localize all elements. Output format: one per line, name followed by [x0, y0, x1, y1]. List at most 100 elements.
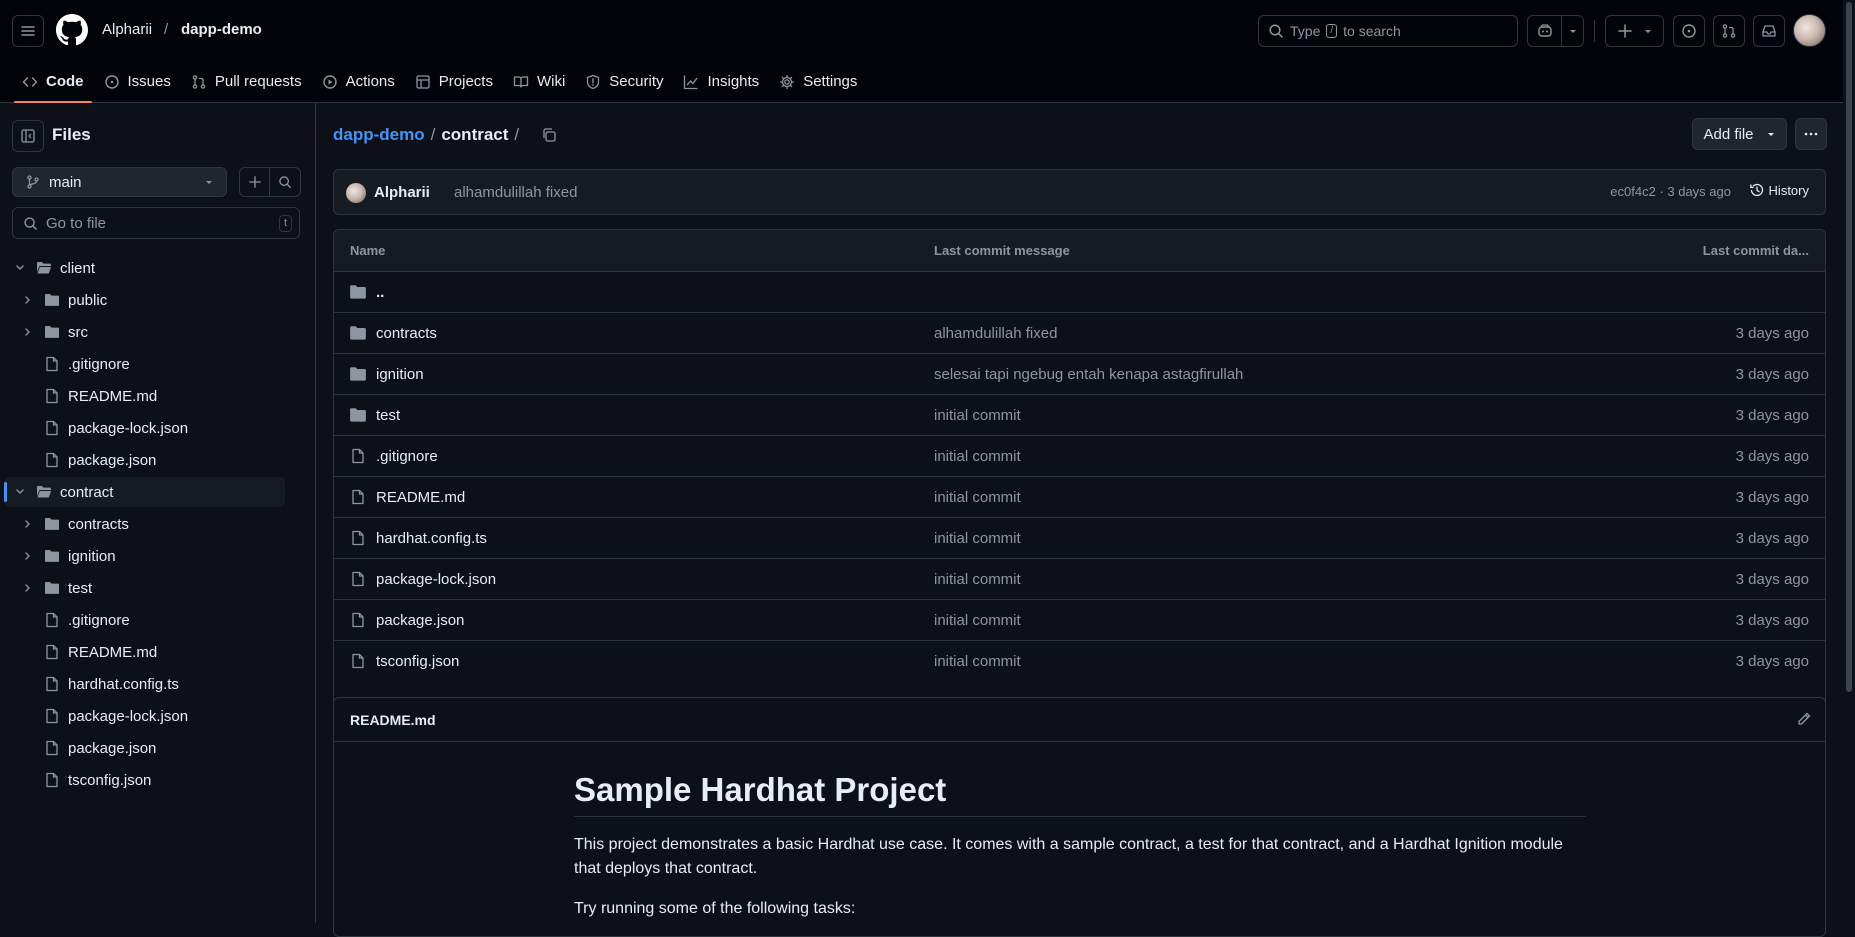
tab-pull-requests[interactable]: Pull requests	[181, 61, 312, 102]
commit-message-link[interactable]: initial commit	[934, 489, 1021, 506]
tree-item-public[interactable]: public	[4, 285, 285, 315]
commit-message-link[interactable]: initial commit	[934, 407, 1021, 424]
table-row[interactable]: ignition selesai tapi ngebug entah kenapa…	[334, 353, 1825, 394]
file-icon	[45, 676, 59, 692]
file-name-link[interactable]: hardhat.config.ts	[376, 530, 487, 547]
page-scrollbar[interactable]	[1843, 0, 1855, 923]
file-name-link[interactable]: contracts	[376, 325, 437, 342]
readme-paragraph-2: Try running some of the following tasks:	[574, 900, 856, 917]
commit-message-link[interactable]: initial commit	[934, 571, 1021, 588]
inbox-button[interactable]	[1753, 15, 1785, 47]
tree-item-contracts[interactable]: contracts	[4, 509, 285, 539]
file-name-link[interactable]: package-lock.json	[376, 571, 496, 588]
table-row[interactable]: contracts alhamdulillah fixed 3 days ago	[334, 312, 1825, 353]
tab-projects[interactable]: Projects	[405, 61, 503, 102]
file-name-link[interactable]: tsconfig.json	[376, 653, 459, 670]
commit-meta[interactable]: ec0f4c2 · 3 days ago	[1610, 184, 1731, 199]
commit-message-link[interactable]: initial commit	[934, 653, 1021, 670]
commit-author[interactable]: Alpharii	[374, 184, 430, 201]
tab-code[interactable]: Code	[12, 61, 94, 103]
chevron-down-icon[interactable]	[15, 487, 25, 497]
tab-insights[interactable]: Insights	[673, 61, 769, 102]
parent-directory-link[interactable]: ..	[376, 284, 384, 301]
chevron-down-icon[interactable]	[15, 263, 25, 273]
pull-requests-button[interactable]	[1713, 15, 1745, 47]
parent-directory-row[interactable]: ..	[334, 271, 1825, 312]
file-name-link[interactable]: ignition	[376, 366, 424, 383]
commit-message[interactable]: alhamdulillah fixed	[454, 184, 577, 201]
commit-author-avatar[interactable]	[346, 183, 366, 203]
chevron-right-icon[interactable]	[23, 551, 33, 561]
tab-settings[interactable]: Settings	[769, 61, 867, 102]
commit-message-link[interactable]: initial commit	[934, 448, 1021, 465]
repo-link[interactable]: dapp-demo	[181, 21, 262, 38]
commit-message-link[interactable]: initial commit	[934, 530, 1021, 547]
tree-item-package-lock-json[interactable]: package-lock.json	[4, 701, 285, 731]
tree-item-readme-md[interactable]: README.md	[4, 637, 285, 667]
copy-path-icon[interactable]	[541, 127, 557, 143]
commit-message-link[interactable]: selesai tapi ngebug entah kenapa astagfi…	[934, 366, 1243, 383]
file-icon	[350, 489, 366, 505]
table-row[interactable]: test initial commit 3 days ago	[334, 394, 1825, 435]
folder-open-icon	[36, 485, 52, 499]
github-logo-icon[interactable]	[56, 14, 88, 46]
chevron-right-icon[interactable]	[23, 519, 33, 529]
create-new-button[interactable]	[1605, 15, 1664, 47]
tree-item-client[interactable]: client	[4, 253, 285, 283]
tree-item-gitignore[interactable]: .gitignore	[4, 605, 285, 635]
table-row[interactable]: hardhat.config.ts initial commit 3 days ag…	[334, 517, 1825, 558]
chevron-down-icon	[1766, 129, 1776, 139]
table-row[interactable]: tsconfig.json initial commit 3 days ago	[334, 640, 1825, 681]
tab-issues[interactable]: Issues	[94, 61, 181, 102]
branch-name: main	[49, 173, 82, 191]
tree-item-gitignore[interactable]: .gitignore	[4, 349, 285, 379]
history-button[interactable]: History	[1749, 182, 1809, 198]
copilot-button[interactable]	[1527, 15, 1584, 47]
owner-link[interactable]: Alpharii	[102, 21, 152, 38]
table-row[interactable]: .gitignore initial commit 3 days ago	[334, 435, 1825, 476]
column-last-commit-date: Last commit da...	[1702, 243, 1809, 258]
search-files-button[interactable]	[270, 168, 300, 196]
table-row[interactable]: package.json initial commit 3 days ago	[334, 599, 1825, 640]
issues-button[interactable]	[1673, 15, 1705, 47]
tree-item-contract[interactable]: contract	[4, 477, 285, 507]
tree-item-package-json[interactable]: package.json	[4, 733, 285, 763]
tree-item-readme-md[interactable]: README.md	[4, 381, 285, 411]
folder-open-icon	[36, 261, 52, 275]
tree-item-hardhat-config-ts[interactable]: hardhat.config.ts	[4, 669, 285, 699]
commit-message-link[interactable]: initial commit	[934, 612, 1021, 629]
file-name-link[interactable]: .gitignore	[376, 448, 438, 465]
pencil-icon[interactable]	[1796, 711, 1812, 727]
add-file-button[interactable]	[240, 168, 271, 196]
go-to-file-input[interactable]: Go to file t	[12, 207, 300, 239]
readme-filename[interactable]: README.md	[350, 712, 436, 728]
tab-security[interactable]: Security	[575, 61, 673, 102]
tree-item-test[interactable]: test	[4, 573, 285, 603]
tree-item-package-lock-json[interactable]: package-lock.json	[4, 413, 285, 443]
tab-wiki[interactable]: Wiki	[503, 61, 575, 102]
tree-item-tsconfig-json[interactable]: tsconfig.json	[4, 765, 285, 795]
file-name-link[interactable]: test	[376, 407, 400, 424]
tree-item-src[interactable]: src	[4, 317, 285, 347]
collapse-sidebar-button[interactable]	[12, 120, 44, 152]
more-options-button[interactable]	[1795, 118, 1827, 150]
readme-title: Sample Hardhat Project	[574, 770, 1586, 817]
table-row[interactable]: package-lock.json initial commit 3 days ag…	[334, 558, 1825, 599]
commit-message-link[interactable]: alhamdulillah fixed	[934, 325, 1057, 342]
scrollbar-thumb[interactable]	[1846, 2, 1852, 692]
chevron-right-icon[interactable]	[23, 295, 33, 305]
avatar[interactable]	[1793, 14, 1826, 47]
branch-selector[interactable]: main	[12, 167, 227, 197]
search-input[interactable]: Type / to search	[1258, 15, 1518, 47]
table-row[interactable]: README.md initial commit 3 days ago	[334, 476, 1825, 517]
chevron-right-icon[interactable]	[23, 583, 33, 593]
menu-button[interactable]	[12, 15, 44, 47]
tree-item-ignition[interactable]: ignition	[4, 541, 285, 571]
file-name-link[interactable]: package.json	[376, 612, 464, 629]
chevron-right-icon[interactable]	[23, 327, 33, 337]
tab-actions[interactable]: Actions	[312, 61, 405, 102]
file-name-link[interactable]: README.md	[376, 489, 465, 506]
tree-item-package-json[interactable]: package.json	[4, 445, 285, 475]
breadcrumb-repo-link[interactable]: dapp-demo	[333, 125, 425, 145]
add-file-dropdown-button[interactable]: Add file	[1692, 118, 1787, 150]
